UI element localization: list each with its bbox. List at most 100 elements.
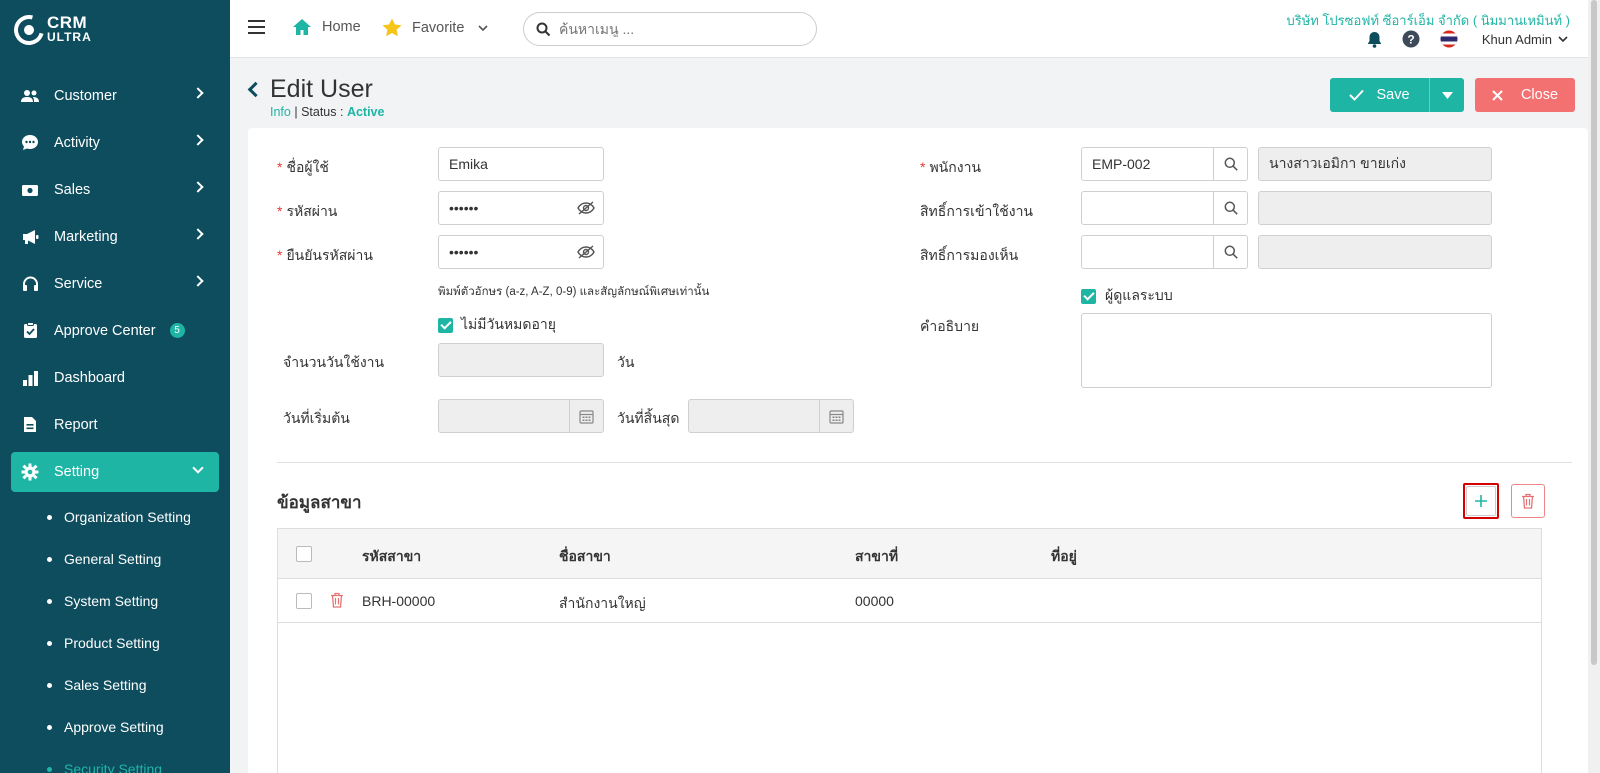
caret-down-icon — [1441, 91, 1453, 99]
close-button[interactable]: Close — [1475, 78, 1575, 112]
chevron-right-icon — [192, 181, 204, 193]
logo-sub: ULTRA — [47, 30, 92, 44]
star-icon — [382, 18, 402, 37]
user-menu[interactable]: Khun Admin — [1482, 32, 1568, 47]
username-field[interactable]: Emika — [438, 147, 604, 181]
sidebar-item-report[interactable]: Report — [0, 401, 230, 448]
save-options-dropdown[interactable] — [1430, 91, 1464, 99]
submenu-system-setting[interactable]: System Setting — [47, 580, 230, 622]
visibility-right-label: สิทธิ์การมองเห็น — [920, 247, 1019, 263]
description-textarea[interactable] — [1081, 313, 1492, 388]
chevron-right-icon — [192, 228, 204, 240]
submenu-general-setting[interactable]: General Setting — [47, 538, 230, 580]
favorite-label: Favorite — [412, 19, 465, 36]
eye-off-icon[interactable] — [569, 236, 603, 268]
chat-icon — [20, 134, 40, 152]
home-link[interactable]: Home — [292, 18, 361, 36]
calendar-icon[interactable] — [569, 400, 603, 432]
select-all-checkbox[interactable] — [296, 546, 312, 562]
sidebar-item-approve-center[interactable]: Approve Center 5 — [0, 307, 230, 354]
scrollbar-thumb[interactable] — [1591, 0, 1597, 665]
submenu-security-setting[interactable]: Security Setting — [47, 748, 230, 773]
no-expire-checkbox[interactable]: ไม่มีวันหมดอายุ — [438, 314, 556, 336]
sidebar-nav: Customer Activity Sales Marketing Servic… — [0, 72, 230, 773]
search-icon[interactable] — [1213, 192, 1247, 224]
sidebar-item-setting[interactable]: Setting — [11, 452, 219, 492]
info-link[interactable]: Info — [270, 105, 291, 119]
search-icon[interactable] — [1213, 236, 1247, 268]
column-header[interactable]: รหัสสาขา — [362, 546, 421, 568]
checkbox-checked — [1081, 288, 1096, 304]
logo[interactable]: CRM ULTRA — [8, 9, 92, 51]
sidebar-item-service[interactable]: Service — [0, 260, 230, 307]
submenu-product-setting[interactable]: Product Setting — [47, 622, 230, 664]
calendar-icon[interactable] — [819, 400, 853, 432]
confirm-password-label: * ยืนยันรหัสผ่าน — [277, 247, 373, 263]
password-hint: พิมพ์ตัวอักษร (a-z, A-Z, 0-9) และสัญลักษ… — [438, 286, 710, 298]
sidebar-item-marketing[interactable]: Marketing — [0, 213, 230, 260]
chevron-right-icon — [192, 134, 204, 146]
end-date-label: วันที่สิ้นสุด — [617, 410, 680, 426]
bell-icon[interactable] — [1367, 31, 1382, 48]
scrollbar[interactable] — [1588, 0, 1600, 773]
svg-text:?: ? — [1407, 33, 1414, 47]
end-date-field[interactable] — [688, 399, 854, 433]
row-checkbox[interactable] — [296, 593, 312, 609]
search-icon[interactable] — [1213, 148, 1247, 180]
employee-code-field[interactable]: EMP-002 — [1081, 147, 1248, 181]
column-header[interactable]: ชื่อสาขา — [559, 546, 611, 568]
eye-off-icon[interactable] — [569, 192, 603, 224]
add-branch-button[interactable] — [1463, 483, 1499, 519]
admin-checkbox[interactable]: ผู้ดูแลระบบ — [1081, 285, 1173, 307]
sidebar-item-label: Report — [54, 416, 98, 433]
sidebar-item-customer[interactable]: Customer — [0, 72, 230, 119]
visibility-right-field[interactable] — [1081, 235, 1248, 269]
branch-table: รหัสสาขา ชื่อสาขา สาขาที่ ที่อยู่ BRH-00… — [277, 528, 1542, 773]
chevron-right-icon — [192, 275, 204, 287]
trash-icon[interactable] — [330, 592, 344, 611]
top-bar: Home Favorite บริษัท โปรซอฟท์ ซีอาร์เอ็ม… — [230, 0, 1600, 58]
column-header[interactable]: ที่อยู่ — [1051, 546, 1077, 568]
thai-flag-icon[interactable] — [1440, 30, 1458, 48]
confirm-password-field[interactable]: •••••• — [438, 235, 604, 269]
logo-name: CRM — [47, 13, 88, 32]
sidebar-item-sales[interactable]: Sales — [0, 166, 230, 213]
column-header[interactable]: สาขาที่ — [855, 546, 898, 568]
search-icon — [536, 22, 551, 36]
password-field[interactable]: •••••• — [438, 191, 604, 225]
visibility-right-name-field — [1258, 235, 1492, 269]
submenu-approve-setting[interactable]: Approve Setting — [47, 706, 230, 748]
menu-search[interactable] — [523, 12, 817, 46]
hamburger-menu-icon[interactable] — [248, 20, 265, 34]
days-unit-label: วัน — [617, 354, 635, 370]
username-label: * ชื่อผู้ใช้ — [277, 159, 329, 175]
sidebar-item-dashboard[interactable]: Dashboard — [0, 354, 230, 401]
edit-user-form: * ชื่อผู้ใช้ Emika * รหัสผ่าน •••••• * ยืนย… — [248, 128, 1588, 773]
submenu-sales-setting[interactable]: Sales Setting — [47, 664, 230, 706]
money-icon — [20, 181, 40, 199]
status-badge: Active — [346, 105, 385, 119]
delete-branch-button[interactable] — [1511, 484, 1545, 518]
usage-days-field[interactable] — [438, 343, 604, 377]
document-icon — [20, 416, 40, 434]
help-icon[interactable]: ? — [1402, 30, 1420, 48]
page-title: Edit User — [270, 75, 373, 103]
branch-name-cell: สำนักงานใหญ่ — [559, 595, 646, 611]
sidebar-item-activity[interactable]: Activity — [0, 119, 230, 166]
branch-section-title: ข้อมูลสาขา — [277, 493, 362, 512]
start-date-field[interactable] — [438, 399, 604, 433]
close-icon — [1492, 89, 1503, 101]
favorite-dropdown[interactable]: Favorite — [382, 18, 488, 37]
home-icon — [293, 19, 311, 35]
submenu-organization-setting[interactable]: Organization Setting — [47, 496, 230, 538]
sidebar-item-label: Approve Center — [54, 322, 156, 339]
table-row[interactable]: BRH-00000 สำนักงานใหญ่ 00000 — [278, 579, 1541, 623]
search-input[interactable] — [559, 21, 799, 37]
branch-code-cell: BRH-00000 — [362, 593, 436, 609]
back-arrow-icon[interactable] — [247, 81, 264, 98]
access-right-name-field — [1258, 191, 1492, 225]
approve-count-badge: 5 — [169, 323, 185, 338]
chevron-down-icon — [192, 462, 204, 474]
access-right-field[interactable] — [1081, 191, 1248, 225]
save-button[interactable]: Save — [1330, 78, 1430, 112]
